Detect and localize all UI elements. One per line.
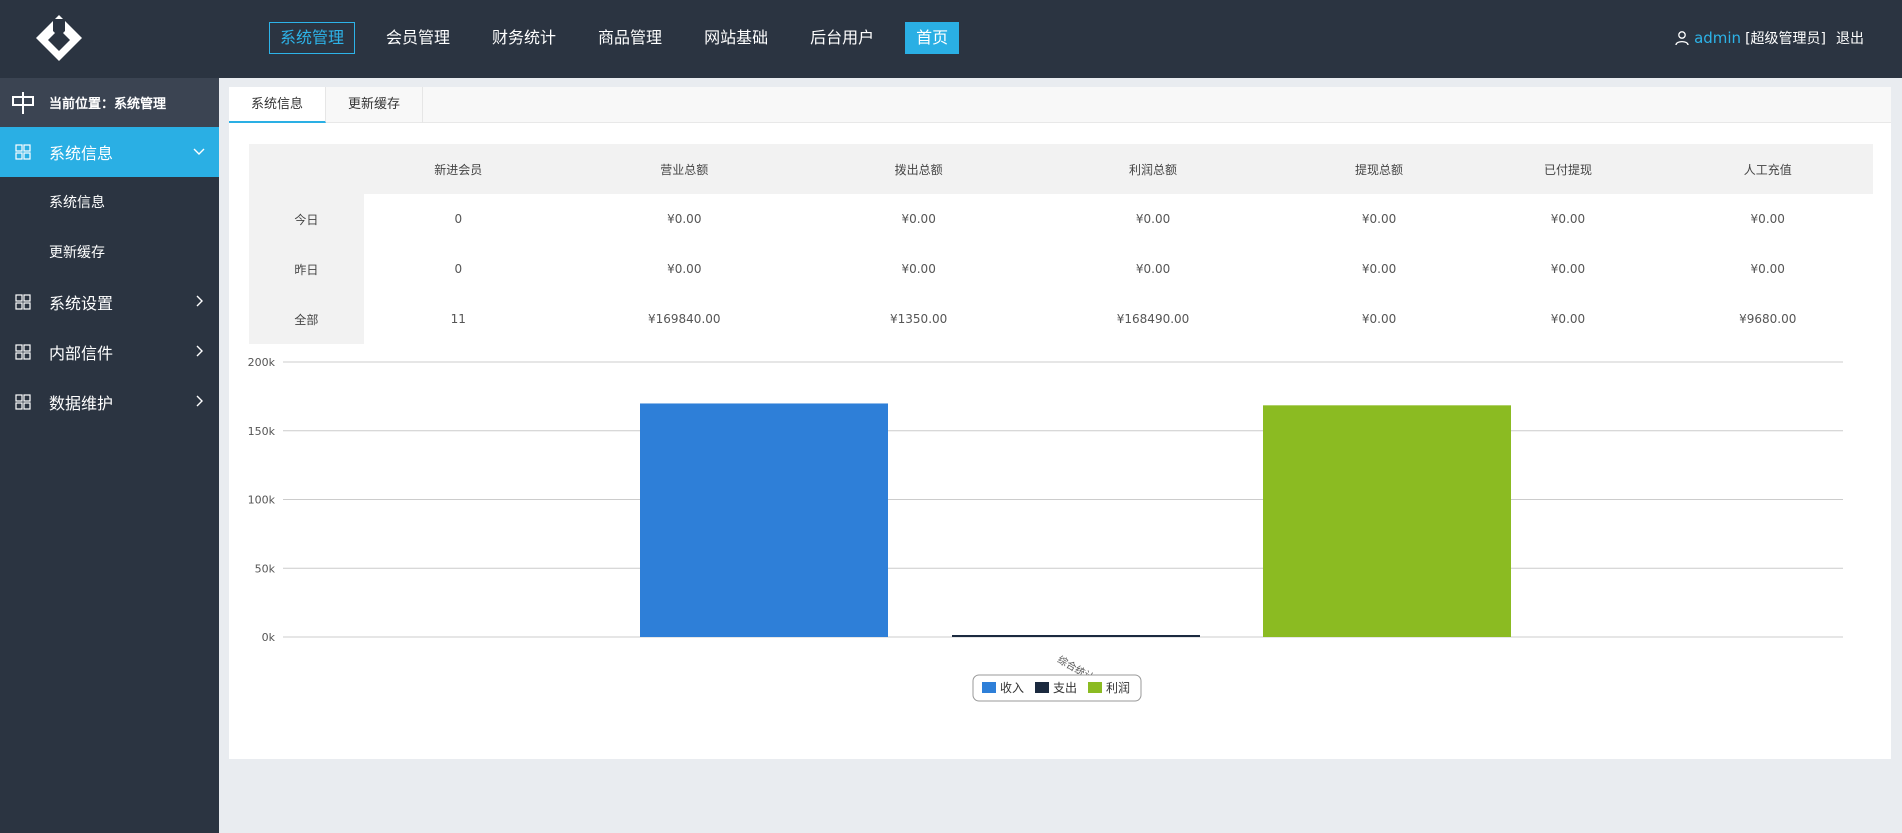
current-location: 当前位置：系统管理 <box>0 78 219 127</box>
stats-col-header: 提现总额 <box>1284 144 1474 194</box>
signpost-icon <box>12 91 34 114</box>
stats-col-header: 新进会员 <box>363 144 553 194</box>
logo-icon <box>36 15 82 61</box>
top-nav: 系统管理 会员管理 财务统计 商品管理 网站基础 后台用户 首页 <box>269 22 979 54</box>
user-role: [超级管理员] <box>1745 31 1826 47</box>
stats-header-row: 新进会员 营业总额 拨出总额 利润总额 提现总额 已付提现 人工充值 <box>249 144 1873 194</box>
legend-swatch-0 <box>982 682 996 693</box>
bar-1 <box>952 635 1200 637</box>
table-row: 今日 0 ¥0.00 ¥0.00 ¥0.00 ¥0.00 ¥0.00 ¥0.00 <box>249 194 1873 244</box>
legend-label-2: 利润 <box>1106 681 1130 695</box>
grid-icon <box>15 144 31 160</box>
table-cell: ¥0.00 <box>1550 212 1586 226</box>
table-cell: ¥0.00 <box>1361 312 1397 326</box>
main-panel: 系统信息 更新缓存 新进会员 营业总额 拨出总额 利润总额 提现总额 已付提现 人工充值 今日… <box>229 87 1891 759</box>
table-cell: ¥168490.00 <box>1116 312 1190 326</box>
row-label: 今日 <box>249 194 364 244</box>
stats-table: 新进会员 营业总额 拨出总额 利润总额 提现总额 已付提现 人工充值 今日 0 ¥0.00 ¥0.… <box>249 144 1873 344</box>
row-label: 全部 <box>249 294 364 344</box>
sidebar-item-label: 内部信件 <box>49 344 114 363</box>
sidebar-item-1[interactable]: 系统设置 <box>0 277 219 327</box>
chevron-right-icon <box>196 395 203 407</box>
table-cell: ¥169840.00 <box>648 312 721 326</box>
nav-item-3[interactable]: 商品管理 <box>587 22 673 54</box>
y-tick-label: 200k <box>248 356 276 369</box>
table-cell: ¥0.00 <box>901 262 936 276</box>
table-cell: ¥0.00 <box>1135 212 1171 226</box>
table-row: 昨日 0 ¥0.00 ¥0.00 ¥0.00 ¥0.00 ¥0.00 ¥0.00 <box>249 244 1873 294</box>
y-tick-label: 50k <box>255 562 276 575</box>
stats-col-header: 已付提现 <box>1473 144 1663 194</box>
legend-label-1: 支出 <box>1053 681 1077 695</box>
stats-col-header: 营业总额 <box>552 144 816 194</box>
table-row: 全部 11 ¥169840.00 ¥1350.00 ¥168490.00 ¥0.00 ¥0.… <box>249 294 1873 344</box>
tab-1[interactable]: 更新缓存 <box>326 87 423 123</box>
table-cell: 11 <box>450 312 466 326</box>
grid-icon <box>15 394 31 410</box>
stats-col-header <box>249 144 364 194</box>
table-cell: ¥1350.00 <box>890 312 948 326</box>
table-cell: ¥9680.00 <box>1739 312 1797 326</box>
logout-link[interactable]: 退出 <box>1836 28 1864 48</box>
table-cell: ¥0.00 <box>1361 262 1397 276</box>
y-tick-label: 0k <box>262 631 276 644</box>
sidebar-subitem-1[interactable]: 更新缓存 <box>0 227 219 277</box>
chevron-down-icon <box>193 148 205 155</box>
table-cell: ¥0.00 <box>901 212 936 226</box>
grid-icon <box>15 294 31 310</box>
tab-0[interactable]: 系统信息 <box>229 87 326 123</box>
sidebar-item-label: 数据维护 <box>49 394 114 413</box>
sidebar-item-3[interactable]: 数据维护 <box>0 377 219 427</box>
table-cell: 0 <box>454 262 463 276</box>
sidebar-subitem-0[interactable]: 系统信息 <box>0 177 219 227</box>
chevron-right-icon <box>196 295 203 307</box>
sidebar-item-label: 系统设置 <box>49 294 114 313</box>
stats-col-header: 人工充值 <box>1662 144 1873 194</box>
table-cell: ¥0.00 <box>1750 262 1785 276</box>
table-cell: 0 <box>454 212 463 226</box>
table-cell: ¥0.00 <box>1135 262 1171 276</box>
chevron-right-icon <box>196 345 203 357</box>
y-tick-label: 150k <box>248 425 276 438</box>
stats-col-header: 利润总额 <box>1021 144 1285 194</box>
grid-icon <box>15 344 31 360</box>
bar-0 <box>640 403 888 637</box>
side-menu: 系统信息 系统信息 更新缓存 系统设置 内部信件 数据维护 <box>0 127 219 427</box>
table-cell: ¥0.00 <box>1550 312 1586 326</box>
sidebar-item-2[interactable]: 内部信件 <box>0 327 219 377</box>
nav-item-0[interactable]: 系统管理 <box>269 22 356 54</box>
table-cell: ¥0.00 <box>1550 262 1586 276</box>
nav-item-5[interactable]: 后台用户 <box>799 22 885 54</box>
top-bar: 系统管理 会员管理 财务统计 商品管理 网站基础 后台用户 首页 admin [超级管理员]… <box>0 0 1902 78</box>
stats-col-header: 拨出总额 <box>815 144 1022 194</box>
bar-2 <box>1263 405 1511 637</box>
nav-item-4[interactable]: 网站基础 <box>693 22 779 54</box>
sidebar: 当前位置：系统管理 系统信息 系统信息 更新缓存 系统设置 内部信件 数据维护 <box>0 78 219 833</box>
table-cell: ¥0.00 <box>667 212 702 226</box>
y-tick-label: 100k <box>248 494 276 507</box>
legend-swatch-2 <box>1088 682 1102 693</box>
nav-item-6[interactable]: 首页 <box>905 22 960 54</box>
username[interactable]: admin <box>1694 29 1741 47</box>
user-box: admin [超级管理员] 退出 <box>1674 28 1864 48</box>
location-label: 当前位置：系统管理 <box>49 97 167 112</box>
user-icon <box>1675 31 1689 46</box>
tab-bar: 系统信息 更新缓存 <box>229 87 1891 123</box>
legend-label-0: 收入 <box>1000 681 1024 695</box>
bar-chart: 0k 50k 100k 150k 200k 综合统计 收入 支出 利润 <box>229 352 1891 752</box>
table-cell: ¥0.00 <box>1361 212 1397 226</box>
bar-chart-svg: 0k50k100k150k200k综合统计收入 支出 利润 <box>248 356 1843 702</box>
table-cell: ¥0.00 <box>1750 212 1785 226</box>
table-cell: ¥0.00 <box>667 262 702 276</box>
nav-item-2[interactable]: 财务统计 <box>481 22 567 54</box>
sidebar-item-0[interactable]: 系统信息 <box>0 127 219 177</box>
row-label: 昨日 <box>249 244 364 294</box>
nav-item-1[interactable]: 会员管理 <box>375 22 461 54</box>
sidebar-item-label: 系统信息 <box>49 144 114 163</box>
legend-swatch-1 <box>1035 682 1049 693</box>
